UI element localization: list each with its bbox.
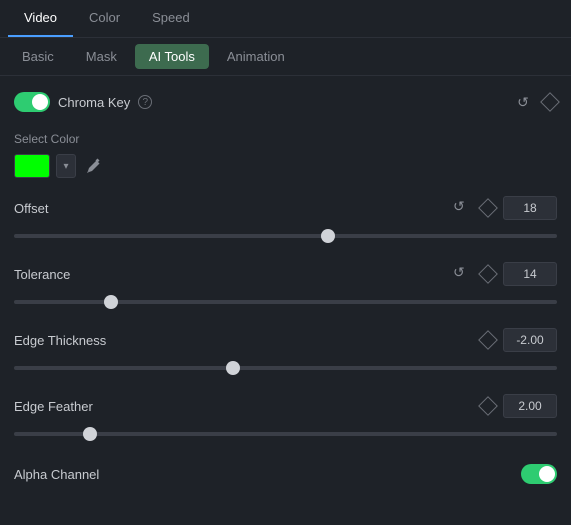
offset-slider-wrap — [14, 226, 557, 246]
top-tabs: Video Color Speed — [0, 0, 571, 38]
edge-thickness-keyframe-icon[interactable] — [478, 330, 498, 350]
edge-feather-slider-row — [14, 424, 557, 444]
edge-thickness-header: Edge Thickness -2.00 — [14, 328, 557, 352]
tolerance-reset-icon[interactable]: ↺ — [453, 264, 473, 284]
chroma-key-keyframe-icon[interactable] — [540, 92, 560, 112]
chroma-key-label: Chroma Key — [58, 95, 130, 110]
subtab-ai-tools[interactable]: AI Tools — [135, 44, 209, 69]
tab-speed[interactable]: Speed — [136, 0, 206, 37]
chroma-key-reset-icon[interactable]: ↺ — [513, 92, 533, 112]
color-dropdown[interactable]: ▾ — [56, 154, 76, 178]
edge-thickness-controls: -2.00 — [481, 328, 557, 352]
chroma-key-help-icon[interactable]: ? — [138, 95, 152, 109]
offset-slider[interactable] — [14, 234, 557, 238]
eyedropper-button[interactable] — [82, 154, 106, 178]
tolerance-value[interactable]: 14 — [503, 262, 557, 286]
edge-thickness-slider[interactable] — [14, 366, 557, 370]
alpha-channel-row: Alpha Channel — [14, 460, 557, 488]
edge-feather-slider-wrap — [14, 424, 557, 444]
tolerance-section: Tolerance ↺ 14 — [14, 262, 557, 312]
edge-thickness-label: Edge Thickness — [14, 333, 106, 348]
edge-thickness-section: Edge Thickness -2.00 — [14, 328, 557, 378]
offset-keyframe-icon[interactable] — [478, 198, 498, 218]
offset-controls: ↺ 18 — [453, 196, 557, 220]
edge-feather-label: Edge Feather — [14, 399, 93, 414]
tolerance-header: Tolerance ↺ 14 — [14, 262, 557, 286]
subtab-animation[interactable]: Animation — [213, 44, 299, 69]
edge-feather-keyframe-icon[interactable] — [478, 396, 498, 416]
tolerance-label: Tolerance — [14, 267, 70, 282]
chroma-key-row: Chroma Key ? ↺ — [14, 88, 557, 116]
tolerance-keyframe-icon[interactable] — [478, 264, 498, 284]
edge-feather-value[interactable]: 2.00 — [503, 394, 557, 418]
sub-tabs: Basic Mask AI Tools Animation — [0, 38, 571, 76]
tab-video[interactable]: Video — [8, 0, 73, 37]
offset-header: Offset ↺ 18 — [14, 196, 557, 220]
offset-reset-icon[interactable]: ↺ — [453, 198, 473, 218]
edge-thickness-slider-wrap — [14, 358, 557, 378]
edge-thickness-value[interactable]: -2.00 — [503, 328, 557, 352]
chroma-key-right: ↺ — [513, 92, 557, 112]
alpha-channel-toggle[interactable] — [521, 464, 557, 484]
offset-value[interactable]: 18 — [503, 196, 557, 220]
offset-section: Offset ↺ 18 — [14, 196, 557, 246]
subtab-mask[interactable]: Mask — [72, 44, 131, 69]
tolerance-slider-row — [14, 292, 557, 312]
tab-color[interactable]: Color — [73, 0, 136, 37]
edge-feather-controls: 2.00 — [481, 394, 557, 418]
edge-feather-section: Edge Feather 2.00 — [14, 394, 557, 444]
color-swatch[interactable] — [14, 154, 50, 178]
tolerance-controls: ↺ 14 — [453, 262, 557, 286]
tolerance-slider[interactable] — [14, 300, 557, 304]
color-picker-row: ▾ — [14, 154, 557, 178]
edge-thickness-slider-row — [14, 358, 557, 378]
content-area: Chroma Key ? ↺ Select Color ▾ Offset ↺ 1… — [0, 76, 571, 500]
offset-label: Offset — [14, 201, 48, 216]
select-color-label: Select Color — [14, 132, 557, 146]
chroma-key-left: Chroma Key ? — [14, 92, 152, 112]
subtab-basic[interactable]: Basic — [8, 44, 68, 69]
edge-feather-header: Edge Feather 2.00 — [14, 394, 557, 418]
offset-slider-row — [14, 226, 557, 246]
tolerance-slider-wrap — [14, 292, 557, 312]
edge-feather-slider[interactable] — [14, 432, 557, 436]
chroma-key-toggle[interactable] — [14, 92, 50, 112]
alpha-channel-label: Alpha Channel — [14, 467, 99, 482]
